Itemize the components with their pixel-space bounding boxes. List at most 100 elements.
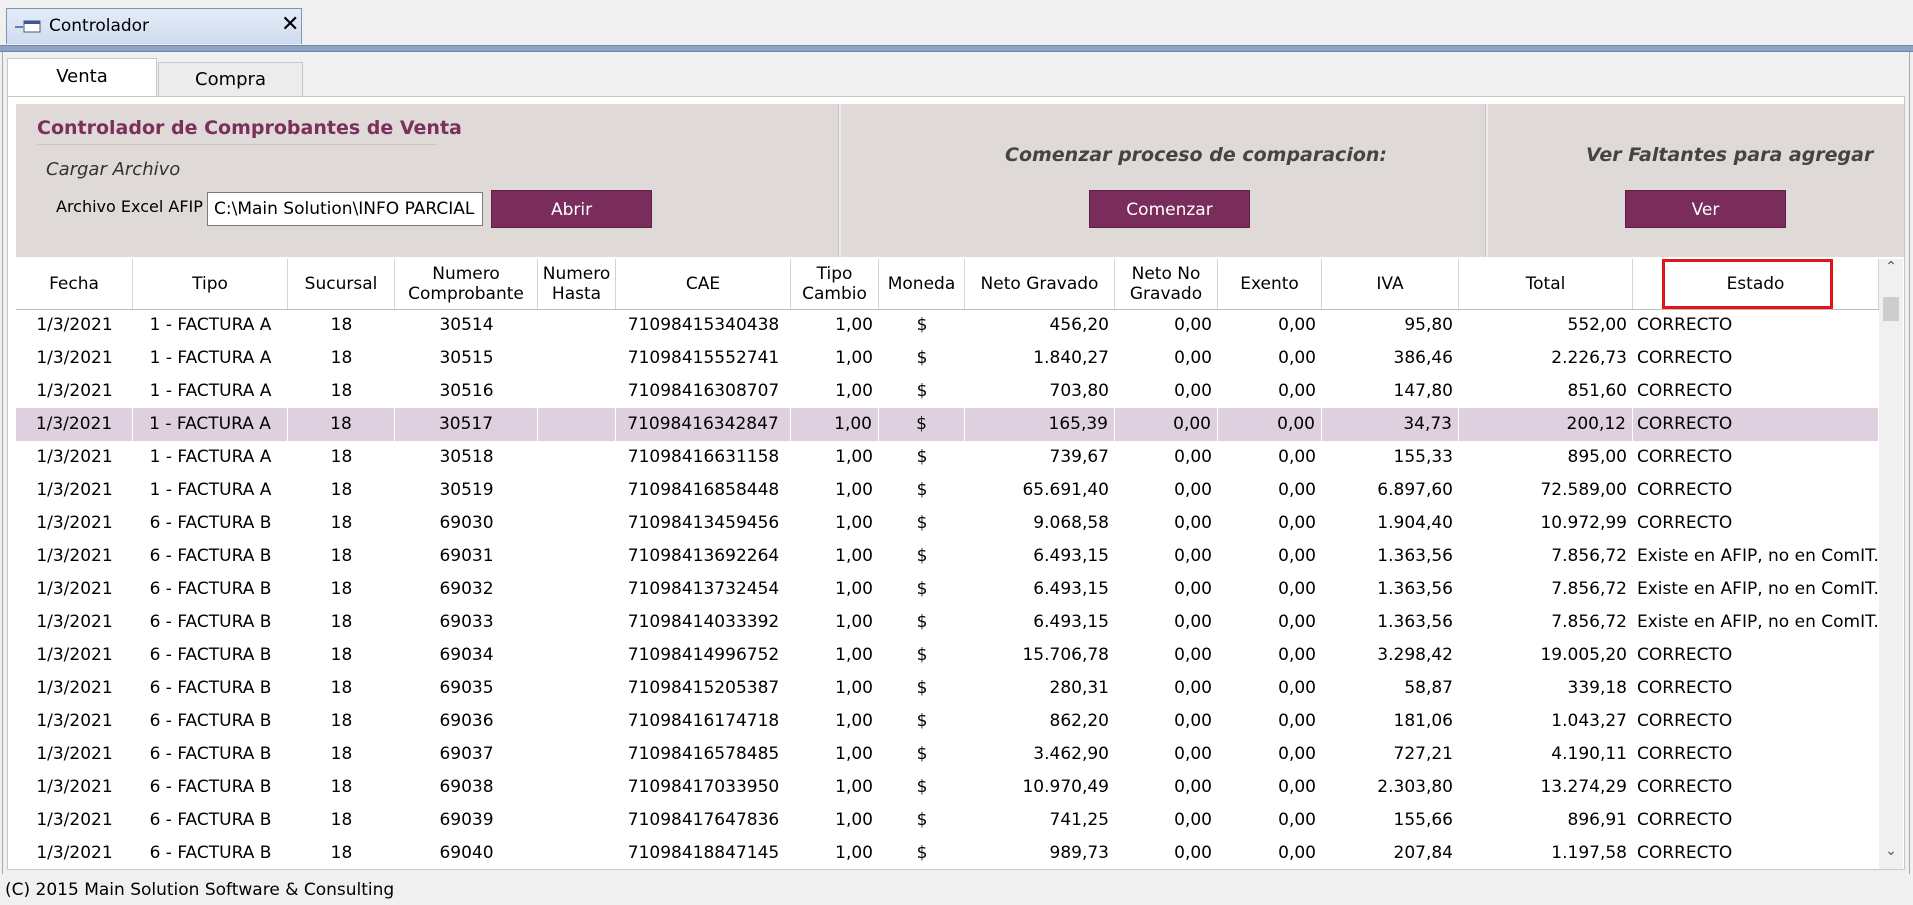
tab-compra[interactable]: Compra	[158, 62, 303, 96]
table-row[interactable]: 1/3/2021 6 - FACTURA B 18 69035 710984152053…	[16, 672, 1879, 705]
archivo-path-field[interactable]	[207, 192, 483, 226]
cell-numero-hasta	[538, 771, 616, 804]
document-tab-title: Controlador	[49, 16, 150, 36]
cell-total: 13.274,29	[1540, 777, 1627, 797]
abrir-button[interactable]: Abrir	[491, 190, 652, 228]
table-row[interactable]: 1/3/2021 6 - FACTURA B 18 69033 710984140333…	[16, 606, 1879, 639]
grid-header: Fecha Tipo Sucursal Numero Comprobante Numer…	[16, 259, 1879, 310]
scroll-down-icon[interactable]: ⌄	[1879, 843, 1903, 859]
cell-estado: CORRECTO	[1637, 348, 1733, 368]
cell-fecha: 1/3/2021	[36, 843, 113, 863]
header-tipo-cambio[interactable]: Tipo Cambio	[791, 259, 879, 309]
cell-sucursal: 18	[288, 408, 395, 441]
document-tabstrip: Controlador ✕	[0, 0, 1913, 52]
cell-numero-hasta	[538, 441, 616, 474]
cell-cae: 71098417647836	[627, 810, 780, 830]
cell-cae: 71098416858448	[627, 480, 780, 500]
cell-sucursal: 18	[330, 678, 353, 698]
table-row[interactable]: 1/3/2021 6 - FACTURA B 18 69034 710984149967…	[16, 639, 1879, 672]
cell-fecha: 1/3/2021	[36, 315, 113, 335]
cell-cae: 71098413459456	[627, 513, 780, 533]
cell-tipo: 6 - FACTURA B	[149, 843, 272, 863]
close-icon[interactable]: ✕	[281, 12, 299, 37]
header-sucursal[interactable]: Sucursal	[288, 259, 395, 309]
scroll-up-icon[interactable]: ⌃	[1879, 259, 1903, 275]
header-cae[interactable]: CAE	[616, 259, 791, 309]
table-row[interactable]: 1/3/2021 1 - FACTURA A 18 30518 710984166311…	[16, 441, 1879, 474]
table-row[interactable]: 1/3/2021 6 - FACTURA B 18 69040 710984188471…	[16, 837, 1879, 869]
cell-total: 7.856,72	[1551, 546, 1627, 566]
cell-total: 339,18	[1567, 678, 1627, 698]
cell-estado: CORRECTO	[1637, 777, 1733, 797]
table-row[interactable]: 1/3/2021 6 - FACTURA B 18 69038 710984170339…	[16, 771, 1879, 804]
table-row[interactable]: 1/3/2021 6 - FACTURA B 18 69036 710984161747…	[16, 705, 1879, 738]
tab-venta[interactable]: Venta	[7, 58, 157, 99]
cell-cae: 71098415552741	[627, 348, 780, 368]
cell-iva: 34,73	[1322, 408, 1459, 441]
header-numero-comprobante[interactable]: Numero Comprobante	[395, 259, 538, 309]
cell-numero-hasta	[538, 837, 616, 869]
table-row[interactable]: 1/3/2021 1 - FACTURA A 18 30516 710984163087…	[16, 375, 1879, 408]
cell-tipo: 1 - FACTURA A	[149, 348, 272, 368]
table-row[interactable]: 1/3/2021 6 - FACTURA B 18 69037 710984165784…	[16, 738, 1879, 771]
cell-cae: 71098413732454	[627, 579, 780, 599]
table-row[interactable]: 1/3/2021 6 - FACTURA B 18 69031 710984136922…	[16, 540, 1879, 573]
header-tipo[interactable]: Tipo	[133, 259, 288, 309]
comprobantes-grid[interactable]: Fecha Tipo Sucursal Numero Comprobante Numer…	[16, 259, 1879, 869]
window-icon	[15, 20, 41, 33]
cell-cae: 71098416342847	[616, 408, 791, 441]
cell-tipo: 6 - FACTURA B	[149, 678, 272, 698]
table-row[interactable]: 1/3/2021 1 - FACTURA A 18 30519 710984168584…	[16, 474, 1879, 507]
document-tab[interactable]: Controlador ✕	[6, 8, 302, 44]
cell-cae: 71098417033950	[627, 777, 780, 797]
cell-cae: 71098414033392	[627, 612, 780, 632]
cell-moneda: $	[916, 381, 928, 401]
header-exento[interactable]: Exento	[1218, 259, 1322, 309]
cell-tipo-cambio: 1,00	[835, 843, 873, 863]
cell-sucursal: 18	[330, 546, 353, 566]
header-total[interactable]: Total	[1459, 259, 1633, 309]
cell-iva: 2.303,80	[1377, 777, 1453, 797]
cell-estado: CORRECTO	[1637, 381, 1733, 401]
cell-moneda: $	[916, 843, 928, 863]
table-row[interactable]: 1/3/2021 6 - FACTURA B 18 69032 710984137324…	[16, 573, 1879, 606]
cell-tipo-cambio: 1,00	[835, 612, 873, 632]
tabstrip-divider	[0, 45, 1913, 52]
cell-fecha: 1/3/2021	[36, 777, 113, 797]
header-iva[interactable]: IVA	[1322, 259, 1459, 309]
cell-neto-gravado: 165,39	[965, 408, 1115, 441]
table-row[interactable]: 1/3/2021 1 - FACTURA A 18 30517 710984163428…	[16, 408, 1879, 441]
table-row[interactable]: 1/3/2021 1 - FACTURA A 18 30514 710984153404…	[16, 309, 1879, 342]
table-row[interactable]: 1/3/2021 1 - FACTURA A 18 30515 710984155527…	[16, 342, 1879, 375]
cell-numero-comprobante: 30516	[439, 381, 494, 401]
header-fecha[interactable]: Fecha	[16, 259, 133, 309]
cell-exento: 0,00	[1278, 744, 1316, 764]
header-moneda[interactable]: Moneda	[879, 259, 965, 309]
cell-exento: 0,00	[1278, 612, 1316, 632]
cell-neto-gravado: 65.691,40	[1022, 480, 1109, 500]
cell-iva: 1.363,56	[1377, 612, 1453, 632]
cell-numero-comprobante: 30515	[439, 348, 494, 368]
cell-tipo-cambio: 1,00	[835, 348, 873, 368]
cell-estado: CORRECTO	[1637, 810, 1733, 830]
comenzar-button[interactable]: Comenzar	[1089, 190, 1250, 228]
cell-fecha: 1/3/2021	[16, 408, 133, 441]
scroll-thumb[interactable]	[1883, 297, 1899, 321]
header-neto-no-gravado[interactable]: Neto No Gravado	[1115, 259, 1218, 309]
table-row[interactable]: 1/3/2021 6 - FACTURA B 18 69039 710984176478…	[16, 804, 1879, 837]
header-neto-gravado[interactable]: Neto Gravado	[965, 259, 1115, 309]
cell-sucursal: 18	[330, 810, 353, 830]
cell-exento: 0,00	[1278, 711, 1316, 731]
cell-exento: 0,00	[1278, 645, 1316, 665]
header-numero-hasta[interactable]: Numero Hasta	[538, 259, 616, 309]
cell-sucursal: 18	[330, 513, 353, 533]
cell-exento: 0,00	[1278, 546, 1316, 566]
cell-total: 10.972,99	[1540, 513, 1627, 533]
cell-numero-comprobante: 69036	[439, 711, 494, 731]
cell-tipo-cambio: 1,00	[835, 678, 873, 698]
table-row[interactable]: 1/3/2021 6 - FACTURA B 18 69030 710984134594…	[16, 507, 1879, 540]
cell-neto-gravado: 989,73	[1049, 843, 1109, 863]
ver-button[interactable]: Ver	[1625, 190, 1786, 228]
vertical-scrollbar[interactable]: ⌃ ⌄	[1879, 259, 1903, 869]
cell-numero-comprobante: 69034	[439, 645, 494, 665]
